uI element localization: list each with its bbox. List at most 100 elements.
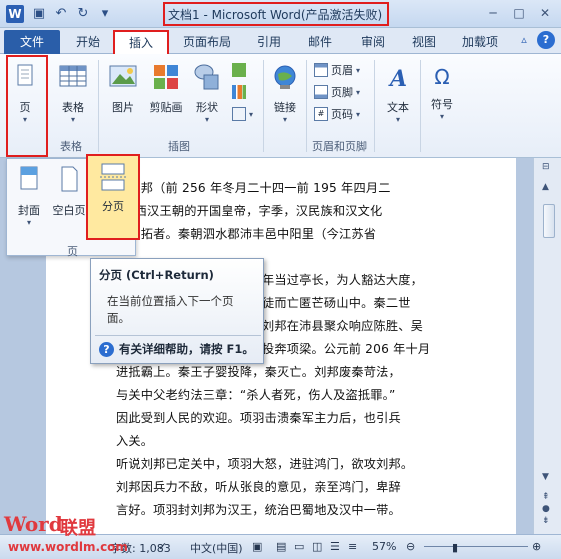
window-controls: ─ □ ✕ <box>481 3 557 23</box>
tab-mailings[interactable]: 邮件 <box>308 32 332 52</box>
header-button[interactable]: 页眉 ▾ <box>314 62 360 78</box>
screenshot-button[interactable]: ▾ <box>232 106 253 122</box>
smartart-button[interactable] <box>232 62 246 78</box>
document-line: 刘邦在沛县聚众响应陈胜、吴 <box>262 319 424 333</box>
clipart-button[interactable]: 剪贴画 <box>146 62 186 115</box>
word-app-icon[interactable]: W <box>6 5 24 23</box>
ruler-toggle-icon[interactable]: ⊟ <box>542 162 550 172</box>
scroll-down-icon[interactable]: ▼ <box>542 472 549 482</box>
tab-page-layout[interactable]: 页面布局 <box>183 32 231 52</box>
watermark-lianmeng: 联盟 <box>60 518 96 539</box>
scroll-up-icon[interactable]: ▲ <box>542 182 549 192</box>
group-separator <box>306 60 307 152</box>
close-icon[interactable]: ✕ <box>533 3 557 23</box>
pages-group-label: 页 <box>67 245 78 258</box>
tab-insert[interactable]: 插入 <box>113 30 169 55</box>
link-button[interactable]: 链接 ▾ <box>268 62 302 124</box>
textbox-icon: A <box>388 66 407 92</box>
previous-page-icon[interactable]: ⇞ <box>542 492 550 502</box>
document-line: 进抵霸上。秦王子婴投降，秦灭亡。刘邦废秦苛法， <box>116 365 401 379</box>
collapse-ribbon-icon[interactable]: ▵ <box>515 31 533 49</box>
textbox-button[interactable]: A 文本 ▾ <box>382 62 414 124</box>
textbox-button-label: 文本 <box>387 101 409 114</box>
tab-references[interactable]: 引用 <box>257 32 281 52</box>
document-line: 徒而亡匿芒砀山中。秦二世 <box>262 296 411 310</box>
document-line: 言好。项羽封刘邦为汉王，统治巴蜀地及汉中一带。 <box>116 503 401 517</box>
zoom-slider-thumb[interactable]: ▮ <box>452 541 458 554</box>
page-break-button[interactable]: 分页 <box>86 154 140 240</box>
table-dropdown-arrow: ▾ <box>70 115 75 124</box>
help-icon: ? <box>99 341 114 357</box>
redo-icon[interactable]: ↻ <box>74 5 92 23</box>
symbol-button[interactable]: Ω 符号 ▾ <box>426 62 458 121</box>
zoom-in-icon[interactable]: ⊕ <box>532 540 541 553</box>
shapes-button[interactable]: 形状 ▾ <box>190 62 224 124</box>
tab-right-controls: ▵ ? <box>515 31 555 49</box>
clipart-button-label: 剪贴画 <box>149 101 183 114</box>
zoom-out-icon[interactable]: ⊖ <box>406 540 415 553</box>
zoom-level[interactable]: 57% <box>372 540 396 553</box>
clipart-icon <box>154 65 178 89</box>
save-icon[interactable]: ▣ <box>30 5 48 23</box>
cover-dropdown-arrow: ▾ <box>26 218 31 227</box>
cover-page-button[interactable]: 封面 ▾ <box>11 165 47 227</box>
undo-icon[interactable]: ↶ <box>52 5 70 23</box>
document-line: 与关中父老约法三章：“杀人者死，伤人及盗抵罪。” <box>116 388 396 402</box>
page-break-label: 分页 <box>102 200 124 213</box>
document-line: ），西汉王朝的开国皇帝，字季，汉民族和汉文化 <box>116 204 383 218</box>
shapes-button-label: 形状 <box>196 101 218 114</box>
browse-object-icon[interactable]: ● <box>542 504 550 514</box>
page-break-icon <box>100 163 126 191</box>
zoom-slider-track[interactable] <box>424 546 528 547</box>
quick-access-toolbar: ▣ ↶ ↻ ▾ <box>30 5 114 23</box>
vertical-scrollbar[interactable]: ⊟ ▲ ▼ ⇞ ● ⇟ <box>533 158 561 534</box>
full-screen-view-icon[interactable]: ▭ <box>294 540 304 553</box>
status-language[interactable]: 中文(中国) <box>190 540 243 556</box>
ribbon-insert: 页 ▾ 表格 ▾ 表格 图片 剪贴画 形状 ▾ ▾ 插图 链接 ▾ 页眉 ▾ 页… <box>0 54 561 158</box>
shapes-icon <box>194 64 219 90</box>
scrollbar-thumb[interactable] <box>543 204 555 238</box>
title-bar: W ▣ ↶ ↻ ▾ 文档1 - Microsoft Word(产品激活失败) ─… <box>0 0 561 28</box>
picture-button[interactable]: 图片 <box>104 62 142 115</box>
tab-home[interactable]: 开始 <box>76 32 100 52</box>
blank-page-button[interactable]: 空白页 <box>49 165 89 218</box>
help-icon[interactable]: ? <box>537 31 555 49</box>
web-layout-view-icon[interactable]: ◫ <box>312 540 322 553</box>
table-group-label: 表格 <box>60 140 82 153</box>
document-line: 刘邦因兵力不敌，听从张良的意见，亲至鸿门，卑辞 <box>116 480 401 494</box>
document-line: 入关。 <box>116 434 154 448</box>
print-layout-view-icon[interactable]: ▤ <box>276 540 286 553</box>
illustrations-group-label: 插图 <box>168 140 190 153</box>
footer-icon <box>314 85 328 99</box>
maximize-icon[interactable]: □ <box>507 3 531 23</box>
proofing-icon[interactable]: ✓ <box>158 540 167 553</box>
ribbon-tabs: 文件 开始 插入 页面布局 引用 邮件 审阅 视图 加载项 ▵ ? <box>0 28 561 55</box>
watermark-word: Word <box>4 512 63 536</box>
page-number-label: 页码 <box>331 108 353 121</box>
header-label: 页眉 <box>331 64 353 77</box>
macro-record-icon[interactable]: ▣ <box>252 540 262 553</box>
cover-page-label: 封面 <box>18 204 40 217</box>
chart-icon <box>232 85 246 99</box>
tooltip-divider <box>95 335 261 336</box>
document-line: 听说刘邦已定关中，项羽大怒，进驻鸿门，欲攻刘邦。 <box>116 457 414 471</box>
tab-review[interactable]: 审阅 <box>361 32 385 52</box>
draft-view-icon[interactable]: ≡ <box>348 540 357 553</box>
globe-link-icon <box>274 65 296 89</box>
smartart-icon <box>232 63 246 77</box>
page-break-tooltip: 分页 (Ctrl+Return) 在当前位置插入下一个页面。 ? 有关详细帮助，… <box>90 258 264 364</box>
qat-dropdown-icon[interactable]: ▾ <box>96 5 114 23</box>
blank-page-icon <box>61 166 78 192</box>
tab-file[interactable]: 文件 <box>4 30 60 54</box>
tab-addins[interactable]: 加载项 <box>462 32 498 52</box>
tab-view[interactable]: 视图 <box>412 32 436 52</box>
tooltip-description: 在当前位置插入下一个页面。 <box>107 294 234 325</box>
tooltip-help-text: 有关详细帮助，请按 F1。 <box>119 342 254 356</box>
footer-button[interactable]: 页脚 ▾ <box>314 84 360 100</box>
table-button[interactable]: 表格 ▾ <box>56 62 90 124</box>
outline-view-icon[interactable]: ☰ <box>330 540 340 553</box>
next-page-icon[interactable]: ⇟ <box>542 516 550 526</box>
page-number-button[interactable]: # 页码 ▾ <box>314 106 360 122</box>
chart-button[interactable] <box>232 84 246 100</box>
minimize-icon[interactable]: ─ <box>481 3 505 23</box>
